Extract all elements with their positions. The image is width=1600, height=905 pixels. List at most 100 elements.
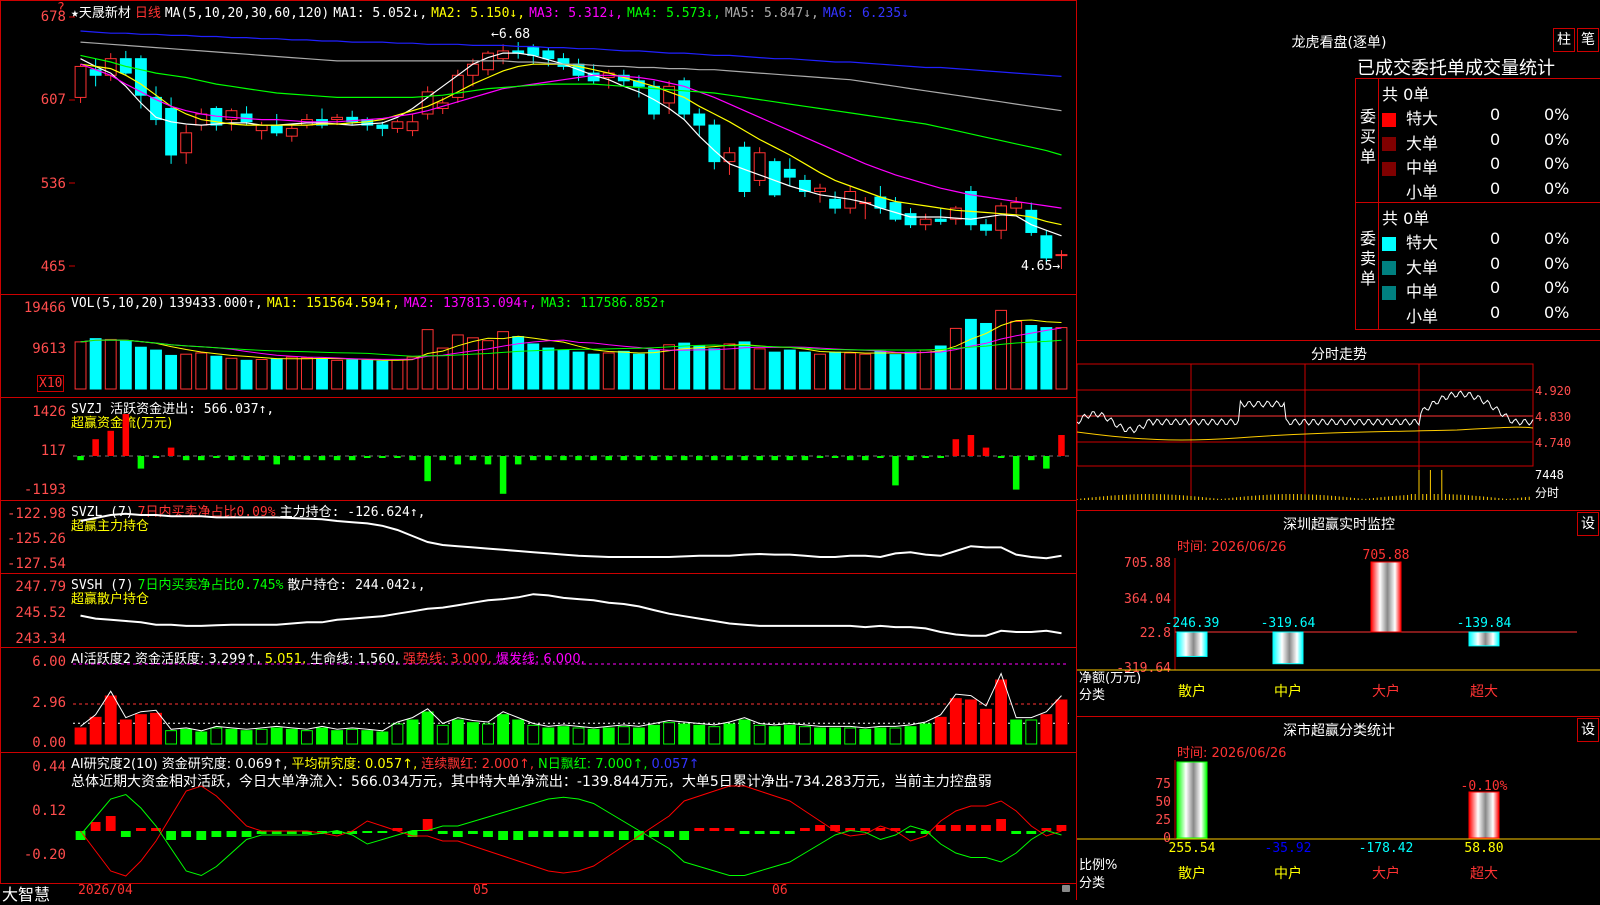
activity-bar	[406, 719, 419, 745]
candle-body	[995, 205, 1008, 231]
cls-label-cat: 分类	[1079, 876, 1106, 891]
candle	[904, 208, 917, 229]
candle-body	[919, 218, 932, 226]
research-bar	[226, 831, 237, 837]
column-button[interactable]: 柱	[1553, 28, 1575, 52]
research-bar	[603, 831, 614, 837]
buy-row-0: 特大	[1382, 105, 1438, 129]
ma-line-MA2	[80, 63, 1062, 226]
svsh-panel[interactable]: 247.79 245.52 243.34 SVSH (7) 7日内买卖净占比0.7…	[0, 573, 1077, 648]
activity-bar	[617, 726, 630, 745]
cls-bar-0	[1176, 761, 1208, 839]
price-panel[interactable]: 678 607 536 465 ? ★天晟新材 日线 MA(5,10,20,30,6…	[0, 0, 1077, 295]
candle-body	[1055, 254, 1068, 257]
candle	[708, 119, 721, 170]
candle	[964, 185, 977, 231]
research-bar	[437, 831, 448, 834]
research-bar	[981, 825, 991, 831]
svzj-bar	[333, 456, 341, 461]
intraday-chart[interactable]	[1077, 340, 1600, 510]
research-bar	[739, 831, 750, 834]
volume-chart[interactable]	[1, 295, 1076, 397]
volume-bar	[814, 353, 826, 390]
sz-label-cat: 分类	[1079, 688, 1106, 703]
sz-monitor-panel[interactable]: 深圳超赢实时监控 设 时间: 2026/06/26 705.88 364.04 22…	[1077, 510, 1600, 717]
ai-activity-chart[interactable]	[1, 648, 1076, 752]
candle-body	[225, 110, 238, 121]
candle-body	[165, 107, 178, 156]
buy-color-swatch	[1382, 112, 1396, 127]
activity-bar	[451, 719, 464, 745]
volume-panel[interactable]: 19466 9613 X10 VOL(5,10,20) 139433.000↑, M…	[0, 294, 1077, 398]
stroke-button[interactable]: 笔	[1577, 28, 1599, 52]
lhb-table: 委买单 委卖单 共 0单 特大 0 0% 大单 0 0% 中单 0 0% 小单 0 0% 共 0单 特…	[1355, 78, 1600, 330]
candle-body	[331, 116, 344, 121]
lhb-tabs[interactable]: 已成交委托单成交量统计	[1357, 54, 1600, 80]
volume-bar	[74, 341, 87, 390]
lhb-panel: 龙虎看盘(逐单) 柱 笔 已成交委托单成交量统计 委买单 委卖单 共 0单 特大…	[1077, 0, 1600, 341]
ai-research-chart[interactable]	[1, 753, 1076, 883]
svzj-bar	[137, 456, 145, 469]
buy-total: 共 0单	[1382, 85, 1430, 104]
sell-pct: 0%	[1544, 302, 1570, 322]
cls-axis-label: 75	[1155, 777, 1171, 792]
sz-class-panel[interactable]: 深市超赢分类统计 设 时间: 2026/06/26 7550250255.54散…	[1077, 716, 1600, 900]
sz-cat-label: 散户	[1178, 683, 1206, 700]
volume-bar	[859, 353, 872, 390]
candle	[1055, 250, 1068, 269]
svzj-panel[interactable]: 1426 117 -1193 SVZJ 活跃资金进出: 566.037↑, 超赢…	[0, 397, 1077, 501]
cls-bar-3	[1468, 791, 1500, 839]
activity-bar	[331, 730, 344, 745]
ai-activity-panel[interactable]: 6.00 2.96 0.00 AI活跃度2 资金活跃度: 3.299↑, 5.051…	[0, 647, 1077, 753]
ai-research-panel[interactable]: 0.44 0.12 -0.20 AI研究度2(10) 资金研究度: 0.069↑,…	[0, 752, 1077, 884]
activity-bar	[134, 714, 147, 745]
sz-value-label: -139.84	[1457, 616, 1512, 631]
buy-count: 0	[1490, 129, 1501, 149]
sz-class-chart[interactable]: 7550250255.54散户-35.92中户-178.42大户58.80超大-…	[1077, 716, 1600, 900]
svzl-panel[interactable]: -122.98 -125.26 -127.54 SVZL (7) 7日内买卖净占比…	[0, 500, 1077, 574]
cls-value-label: -35.92	[1265, 841, 1312, 856]
volume-bar	[617, 350, 630, 390]
volume-bar	[904, 351, 917, 390]
svzj-bar	[680, 456, 688, 461]
activity-bar	[255, 728, 268, 745]
svzj-bar	[514, 456, 522, 465]
sell-label: 大单	[1406, 257, 1439, 277]
activity-bar	[1055, 699, 1068, 745]
buy-color-swatch	[1382, 137, 1396, 151]
volume-bar	[964, 318, 977, 390]
volume-bar	[648, 349, 660, 390]
svzl-chart[interactable]	[1, 501, 1076, 573]
buy-label: 小单	[1406, 182, 1439, 202]
intraday-panel[interactable]: 分时走势 4.920 4.830 4.740 7448 分时	[1077, 340, 1600, 511]
activity-bar	[1025, 719, 1038, 745]
svzj-bar	[1043, 456, 1050, 469]
sz-monitor-chart[interactable]: 705.88364.0422.8-319.64-246.39散户-319.64中…	[1077, 510, 1600, 716]
svzj-bar	[318, 456, 326, 461]
svzj-bar	[107, 430, 114, 456]
cls-value-label: -178.42	[1359, 841, 1414, 856]
candle	[180, 125, 193, 164]
research-bar	[784, 831, 795, 834]
activity-bar	[844, 727, 857, 745]
ma-line-MA6	[80, 30, 1062, 77]
research-bar	[105, 816, 116, 831]
lock-icon[interactable]	[1062, 885, 1070, 892]
research-bar	[166, 831, 176, 840]
buy-label: 大单	[1406, 133, 1439, 153]
research-bar	[724, 828, 735, 831]
activity-bar	[738, 719, 751, 745]
candlestick-chart[interactable]	[1, 1, 1076, 294]
svzj-bar	[92, 439, 99, 456]
candle	[919, 213, 932, 231]
svzj-chart[interactable]	[1, 398, 1076, 500]
research-bar	[875, 828, 886, 831]
svzj-bar	[213, 456, 220, 458]
research-bar	[136, 828, 146, 831]
candle	[980, 219, 992, 236]
svzj-bar	[937, 456, 944, 458]
volume-bar	[1010, 320, 1023, 390]
svsh-chart[interactable]	[1, 574, 1076, 647]
activity-bar	[466, 722, 479, 745]
activity-bar	[889, 727, 902, 745]
